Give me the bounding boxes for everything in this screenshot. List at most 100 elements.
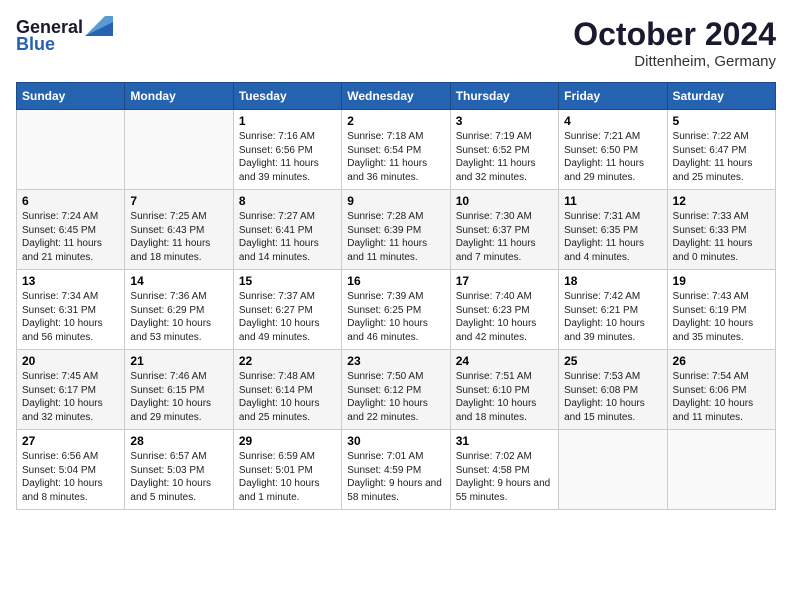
weekday-header-saturday: Saturday — [667, 83, 775, 110]
day-number: 3 — [456, 114, 553, 128]
day-info: Sunrise: 7:53 AM Sunset: 6:08 PM Dayligh… — [564, 370, 661, 424]
day-number: 9 — [347, 194, 444, 208]
day-number: 23 — [347, 354, 444, 368]
calendar-cell: 15 Sunrise: 7:37 AM Sunset: 6:27 PM Dayli… — [233, 270, 341, 350]
title-block: October 2024 Dittenheim, Germany — [573, 16, 776, 70]
logo-icon — [85, 16, 113, 36]
day-number: 13 — [22, 274, 119, 288]
weekday-header-row: SundayMondayTuesdayWednesdayThursdayFrid… — [17, 83, 776, 110]
day-info: Sunrise: 7:25 AM Sunset: 6:43 PM Dayligh… — [130, 210, 227, 264]
day-number: 17 — [456, 274, 553, 288]
day-info: Sunrise: 7:30 AM Sunset: 6:37 PM Dayligh… — [456, 210, 553, 264]
calendar-cell: 5 Sunrise: 7:22 AM Sunset: 6:47 PM Daylig… — [667, 110, 775, 190]
day-number: 12 — [673, 194, 770, 208]
calendar-cell: 2 Sunrise: 7:18 AM Sunset: 6:54 PM Daylig… — [342, 110, 450, 190]
day-number: 4 — [564, 114, 661, 128]
day-number: 2 — [347, 114, 444, 128]
day-info: Sunrise: 7:54 AM Sunset: 6:06 PM Dayligh… — [673, 370, 770, 424]
day-number: 29 — [239, 434, 336, 448]
day-info: Sunrise: 7:39 AM Sunset: 6:25 PM Dayligh… — [347, 290, 444, 344]
calendar-cell — [17, 110, 125, 190]
page-header: General Blue October 2024 Dittenheim, Ge… — [16, 16, 776, 70]
day-number: 28 — [130, 434, 227, 448]
day-number: 18 — [564, 274, 661, 288]
calendar-cell: 9 Sunrise: 7:28 AM Sunset: 6:39 PM Daylig… — [342, 190, 450, 270]
calendar-cell: 10 Sunrise: 7:30 AM Sunset: 6:37 PM Dayli… — [450, 190, 558, 270]
calendar-cell: 13 Sunrise: 7:34 AM Sunset: 6:31 PM Dayli… — [17, 270, 125, 350]
day-info: Sunrise: 7:46 AM Sunset: 6:15 PM Dayligh… — [130, 370, 227, 424]
calendar-cell: 30Sunrise: 7:01 AM Sunset: 4:59 PM Dayli… — [342, 430, 450, 510]
calendar-cell: 11 Sunrise: 7:31 AM Sunset: 6:35 PM Dayli… — [559, 190, 667, 270]
day-info: Sunrise: 7:45 AM Sunset: 6:17 PM Dayligh… — [22, 370, 119, 424]
calendar-week-4: 20 Sunrise: 7:45 AM Sunset: 6:17 PM Dayli… — [17, 350, 776, 430]
day-info: Sunrise: 7:21 AM Sunset: 6:50 PM Dayligh… — [564, 130, 661, 184]
day-number: 31 — [456, 434, 553, 448]
day-number: 21 — [130, 354, 227, 368]
day-info: Sunrise: 7:36 AM Sunset: 6:29 PM Dayligh… — [130, 290, 227, 344]
day-info: Sunrise: 6:56 AM Sunset: 5:04 PM Dayligh… — [22, 450, 119, 504]
day-number: 22 — [239, 354, 336, 368]
day-number: 10 — [456, 194, 553, 208]
day-number: 25 — [564, 354, 661, 368]
day-info: Sunrise: 7:33 AM Sunset: 6:33 PM Dayligh… — [673, 210, 770, 264]
calendar-cell: 3 Sunrise: 7:19 AM Sunset: 6:52 PM Daylig… — [450, 110, 558, 190]
day-number: 24 — [456, 354, 553, 368]
day-number: 7 — [130, 194, 227, 208]
day-info: Sunrise: 7:16 AM Sunset: 6:56 PM Dayligh… — [239, 130, 336, 184]
calendar-cell: 20 Sunrise: 7:45 AM Sunset: 6:17 PM Dayli… — [17, 350, 125, 430]
logo: General Blue — [16, 16, 113, 55]
calendar-cell: 24 Sunrise: 7:51 AM Sunset: 6:10 PM Dayli… — [450, 350, 558, 430]
day-number: 27 — [22, 434, 119, 448]
day-info: Sunrise: 7:24 AM Sunset: 6:45 PM Dayligh… — [22, 210, 119, 264]
calendar-week-5: 27 Sunrise: 6:56 AM Sunset: 5:04 PM Dayli… — [17, 430, 776, 510]
day-info: Sunrise: 7:27 AM Sunset: 6:41 PM Dayligh… — [239, 210, 336, 264]
day-info: Sunrise: 7:18 AM Sunset: 6:54 PM Dayligh… — [347, 130, 444, 184]
day-info: Sunrise: 7:37 AM Sunset: 6:27 PM Dayligh… — [239, 290, 336, 344]
day-number: 6 — [22, 194, 119, 208]
calendar-cell: 28 Sunrise: 6:57 AM Sunset: 5:03 PM Dayli… — [125, 430, 233, 510]
day-info: Sunrise: 7:43 AM Sunset: 6:19 PM Dayligh… — [673, 290, 770, 344]
day-info: Sunrise: 7:19 AM Sunset: 6:52 PM Dayligh… — [456, 130, 553, 184]
day-info: Sunrise: 7:22 AM Sunset: 6:47 PM Dayligh… — [673, 130, 770, 184]
logo-blue: Blue — [16, 34, 55, 55]
calendar-cell — [559, 430, 667, 510]
calendar-cell — [125, 110, 233, 190]
day-info: Sunrise: 7:02 AM Sunset: 4:58 PM Dayligh… — [456, 450, 553, 504]
calendar-week-1: 1Sunrise: 7:16 AM Sunset: 6:56 PM Daylig… — [17, 110, 776, 190]
weekday-header-monday: Monday — [125, 83, 233, 110]
calendar-cell: 12 Sunrise: 7:33 AM Sunset: 6:33 PM Dayli… — [667, 190, 775, 270]
calendar-cell: 7 Sunrise: 7:25 AM Sunset: 6:43 PM Daylig… — [125, 190, 233, 270]
weekday-header-wednesday: Wednesday — [342, 83, 450, 110]
calendar-cell: 19 Sunrise: 7:43 AM Sunset: 6:19 PM Dayli… — [667, 270, 775, 350]
day-number: 8 — [239, 194, 336, 208]
day-number: 5 — [673, 114, 770, 128]
day-info: Sunrise: 6:57 AM Sunset: 5:03 PM Dayligh… — [130, 450, 227, 504]
calendar-cell: 18 Sunrise: 7:42 AM Sunset: 6:21 PM Dayli… — [559, 270, 667, 350]
day-info: Sunrise: 7:31 AM Sunset: 6:35 PM Dayligh… — [564, 210, 661, 264]
day-number: 11 — [564, 194, 661, 208]
day-number: 20 — [22, 354, 119, 368]
day-info: Sunrise: 7:51 AM Sunset: 6:10 PM Dayligh… — [456, 370, 553, 424]
calendar-cell: 21 Sunrise: 7:46 AM Sunset: 6:15 PM Dayli… — [125, 350, 233, 430]
day-number: 16 — [347, 274, 444, 288]
calendar-cell: 27 Sunrise: 6:56 AM Sunset: 5:04 PM Dayli… — [17, 430, 125, 510]
calendar-cell: 1Sunrise: 7:16 AM Sunset: 6:56 PM Daylig… — [233, 110, 341, 190]
calendar-cell: 17 Sunrise: 7:40 AM Sunset: 6:23 PM Dayli… — [450, 270, 558, 350]
day-info: Sunrise: 7:40 AM Sunset: 6:23 PM Dayligh… — [456, 290, 553, 344]
day-info: Sunrise: 7:28 AM Sunset: 6:39 PM Dayligh… — [347, 210, 444, 264]
day-number: 26 — [673, 354, 770, 368]
day-info: Sunrise: 7:42 AM Sunset: 6:21 PM Dayligh… — [564, 290, 661, 344]
calendar-cell: 25 Sunrise: 7:53 AM Sunset: 6:08 PM Dayli… — [559, 350, 667, 430]
calendar-table: SundayMondayTuesdayWednesdayThursdayFrid… — [16, 82, 776, 510]
day-number: 15 — [239, 274, 336, 288]
calendar-cell — [667, 430, 775, 510]
day-number: 30 — [347, 434, 444, 448]
weekday-header-friday: Friday — [559, 83, 667, 110]
calendar-cell: 22Sunrise: 7:48 AM Sunset: 6:14 PM Dayli… — [233, 350, 341, 430]
calendar-week-3: 13 Sunrise: 7:34 AM Sunset: 6:31 PM Dayli… — [17, 270, 776, 350]
calendar-cell: 4 Sunrise: 7:21 AM Sunset: 6:50 PM Daylig… — [559, 110, 667, 190]
month-title: October 2024 — [573, 16, 776, 53]
day-number: 14 — [130, 274, 227, 288]
day-info: Sunrise: 7:34 AM Sunset: 6:31 PM Dayligh… — [22, 290, 119, 344]
day-number: 19 — [673, 274, 770, 288]
